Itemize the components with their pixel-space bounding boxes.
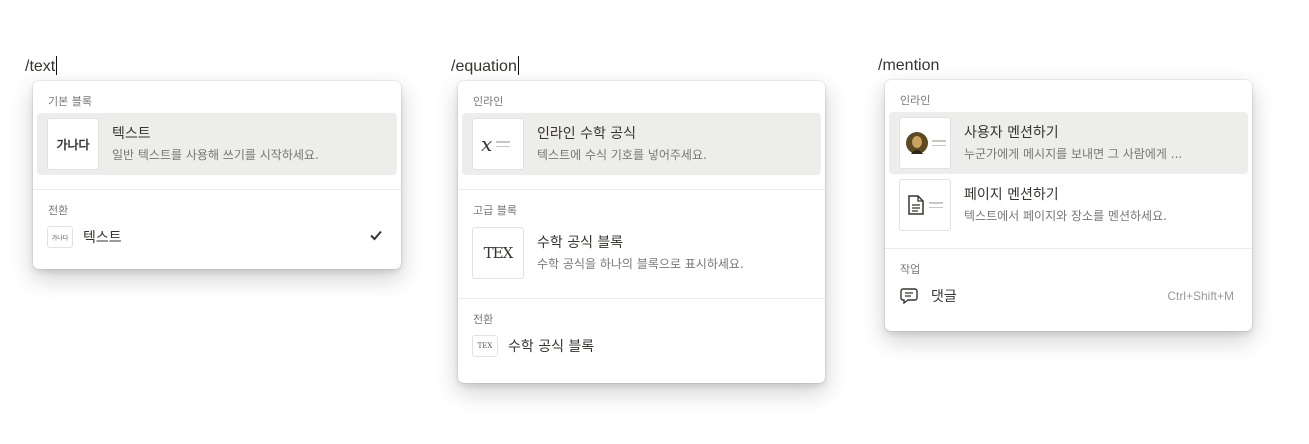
command-input[interactable]: /equation [451,56,519,77]
divider [458,298,825,299]
command-text: /mention [878,57,940,74]
menu-item-equation-block[interactable]: TEX 수학 공식 블록 수학 공식을 하나의 블록으로 표시하세요. [462,222,821,284]
divider [33,189,401,190]
thumb-text: x [481,132,493,156]
turn-into-text[interactable]: 가나다 텍스트 [37,222,397,252]
divider [458,189,825,190]
keyboard-shortcut: Ctrl+Shift+M [1167,289,1234,303]
lines-icon [929,199,943,211]
divider [885,248,1252,249]
mention-page-thumbnail [899,179,951,231]
menu-item-inline-equation[interactable]: x 인라인 수학 공식 텍스트에 수식 기호를 넣어주세요. [462,113,821,175]
section-label: 인라인 [900,94,931,107]
item-description: 텍스트에 수식 기호를 넣어주세요. [537,148,707,162]
section-label: 인라인 [473,95,504,108]
thumb-text: TEX [483,244,514,262]
turn-into-equation-block[interactable]: TEX 수학 공식 블록 [462,331,821,361]
mini-text-icon: 가나다 [47,226,73,248]
section-label: 고급 블록 [473,204,517,217]
item-title: 사용자 멘션하기 [964,125,1059,141]
page-icon [908,195,924,215]
inline-equation-thumbnail: x [472,118,524,170]
item-title: 수학 공식 블록 [537,235,624,251]
text-thumbnail: 가나다 [47,118,99,170]
command-text: /text [25,58,56,75]
thumb-text: 가나다 [56,137,90,152]
command-input[interactable]: /mention [878,56,939,76]
mini-text: 가나다 [51,234,69,242]
item-description: 일반 텍스트를 사용해 쓰기를 시작하세요. [112,148,319,162]
item-description: 수학 공식을 하나의 블록으로 표시하세요. [537,257,744,271]
mention-user-thumbnail [899,117,951,169]
slash-menu-text: 기본 블록 가나다 텍스트 일반 텍스트를 사용해 쓰기를 시작하세요. 전환 … [33,81,401,269]
item-title: 텍스트 [112,126,151,142]
item-description: 텍스트에서 페이지와 장소를 멘션하세요. [964,209,1167,223]
row-label: 댓글 [931,289,957,305]
lines-icon [932,137,946,149]
item-description: 누군가에게 메시지를 보내면 그 사람에게 ... [964,147,1183,161]
text-caret [56,56,58,75]
menu-item-mention-user[interactable]: 사용자 멘션하기 누군가에게 메시지를 보내면 그 사람에게 ... [889,112,1248,174]
menu-item-mention-page[interactable]: 페이지 멘션하기 텍스트에서 페이지와 장소를 멘션하세요. [889,174,1248,236]
lines-icon [496,138,511,150]
action-comment[interactable]: 댓글 Ctrl+Shift+M [889,281,1248,311]
checkmark-icon [370,230,382,241]
mini-tex-icon: TEX [472,335,498,357]
item-title: 인라인 수학 공식 [537,126,637,142]
section-label: 작업 [900,263,921,276]
section-label: 기본 블록 [48,95,92,108]
tex-thumbnail: TEX [472,227,524,279]
section-label: 전환 [48,204,69,217]
row-label: 텍스트 [83,230,122,246]
row-label: 수학 공식 블록 [508,339,595,355]
item-title: 페이지 멘션하기 [964,187,1059,203]
comment-icon [900,288,918,305]
mona-lisa-avatar-icon [906,132,928,154]
slash-menu-equation: 인라인 x 인라인 수학 공식 텍스트에 수식 기호를 넣어주세요. 고급 블록… [458,81,825,383]
mini-text: TEX [477,342,493,350]
command-text: /equation [451,58,517,75]
slash-menu-mention: 인라인 사용자 멘션하기 누군가에게 메시지를 보내면 그 사람에게 ... 페… [885,80,1252,331]
section-label: 전환 [473,313,494,326]
text-caret [517,56,519,75]
menu-item-text[interactable]: 가나다 텍스트 일반 텍스트를 사용해 쓰기를 시작하세요. [37,113,397,175]
command-input[interactable]: /text [25,56,58,77]
